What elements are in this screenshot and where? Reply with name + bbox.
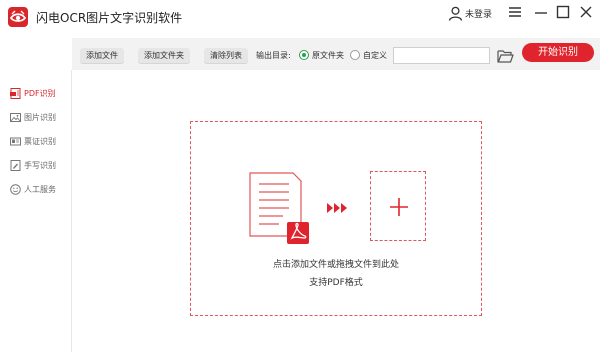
maximize-button[interactable]	[555, 4, 571, 20]
browse-folder-button[interactable]	[496, 47, 514, 64]
sidebar-item-image[interactable]: 图片识别	[10, 110, 56, 124]
title-bar: 闪电OCR图片文字识别软件 未登录	[0, 0, 600, 34]
hamburger-icon	[509, 7, 521, 17]
menu-button[interactable]	[507, 4, 523, 20]
user-icon	[448, 6, 463, 21]
sidebar-item-label: 人工服务	[24, 184, 56, 194]
sidebar: PDF识别 图片识别 票证识别 手写识别 人工服务	[0, 70, 72, 352]
sidebar-item-ticket[interactable]: 票证识别	[10, 134, 56, 148]
sidebar-item-pdf[interactable]: PDF识别	[10, 86, 56, 100]
minimize-button[interactable]	[533, 4, 549, 20]
radio-custom-label[interactable]: 自定义	[363, 49, 387, 62]
add-file-button[interactable]: 添加文件	[80, 48, 124, 63]
radio-original-folder-label[interactable]: 原文件夹	[312, 49, 344, 62]
minimize-icon	[535, 12, 547, 14]
radio-original-folder[interactable]	[299, 50, 309, 60]
smiley-icon	[10, 183, 21, 195]
folder-open-icon	[496, 49, 514, 63]
id-card-icon	[10, 136, 21, 147]
output-path-input[interactable]	[393, 47, 490, 64]
handwriting-icon	[10, 159, 21, 171]
clear-list-button[interactable]: 清除列表	[204, 48, 248, 63]
sidebar-item-label: 手写识别	[24, 160, 56, 170]
add-folder-button[interactable]: 添加文件夹	[138, 48, 190, 63]
start-recognition-button[interactable]: 开始识别	[522, 43, 594, 62]
login-button[interactable]: 未登录	[448, 4, 492, 22]
maximize-icon	[556, 5, 570, 19]
triple-arrow-icon	[327, 203, 347, 213]
file-drop-zone[interactable]: 点击添加文件或拖拽文件到此处 支持PDF格式	[190, 121, 482, 316]
close-button[interactable]	[578, 4, 594, 20]
radio-custom[interactable]	[350, 50, 360, 60]
sidebar-item-label: 票证识别	[24, 136, 56, 146]
toolbar: 添加文件 添加文件夹 清除列表 输出目录: 原文件夹 自定义 开始识别	[72, 38, 600, 70]
output-dir-label: 输出目录:	[256, 51, 291, 60]
pdf-document-icon	[249, 172, 309, 244]
app-title: 闪电OCR图片文字识别软件	[36, 11, 183, 25]
sidebar-item-label: PDF识别	[24, 88, 56, 98]
plus-icon	[390, 198, 408, 216]
main-area: 点击添加文件或拖拽文件到此处 支持PDF格式	[72, 70, 600, 352]
sidebar-item-label: 图片识别	[24, 112, 56, 122]
image-icon	[10, 112, 21, 123]
add-placeholder-box[interactable]	[370, 171, 426, 241]
user-status-label: 未登录	[465, 9, 493, 20]
drop-zone-instruction: 点击添加文件或拖拽文件到此处	[272, 260, 399, 270]
drop-zone-format-hint: 支持PDF格式	[309, 278, 363, 288]
app-logo-icon	[8, 7, 28, 27]
sidebar-item-handwriting[interactable]: 手写识别	[10, 158, 56, 172]
sidebar-item-manual-service[interactable]: 人工服务	[10, 182, 56, 196]
pdf-icon	[10, 87, 21, 99]
close-icon	[580, 6, 592, 18]
